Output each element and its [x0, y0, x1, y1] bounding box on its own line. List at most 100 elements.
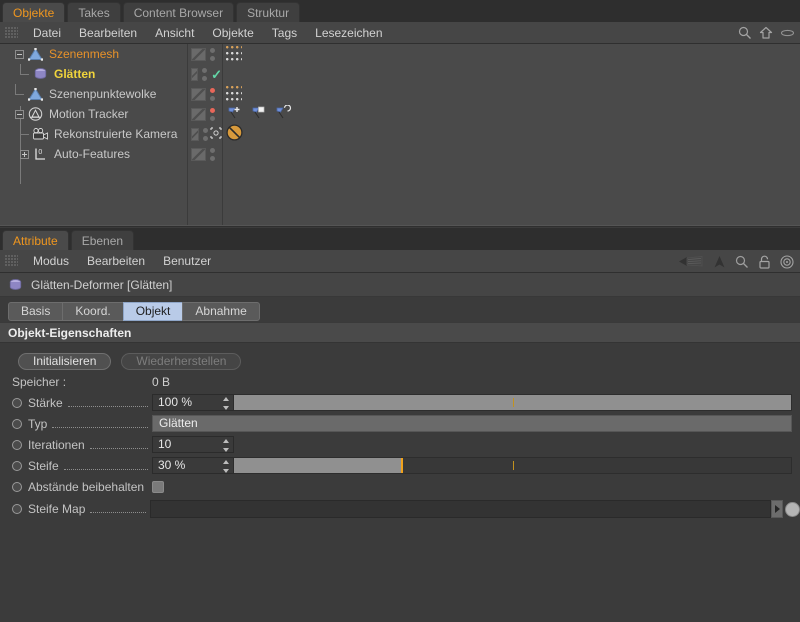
- menu-datei[interactable]: Datei: [24, 22, 70, 44]
- tree-elbow: [15, 84, 26, 104]
- pin-loop-tag-icon[interactable]: [274, 103, 292, 124]
- menu-benutzer[interactable]: Benutzer: [154, 250, 220, 273]
- point-cloud-tag-icon[interactable]: [226, 45, 242, 63]
- attribute-object-title: Glätten-Deformer [Glätten]: [0, 273, 800, 297]
- visibility-dots[interactable]: [210, 107, 215, 121]
- smooth-deformer-icon: [31, 66, 49, 82]
- subtab-koord[interactable]: Koord.: [62, 301, 124, 321]
- back-arrow-icon[interactable]: [678, 255, 704, 268]
- tree-row-szenenmesh[interactable]: Szenenmesh: [0, 44, 800, 64]
- enabled-check-icon[interactable]: ✓: [211, 68, 222, 81]
- visibility-strip-icon[interactable]: [191, 47, 206, 61]
- attribute-manager-tabbar: Attribute Ebenen: [0, 228, 800, 250]
- steife-label: Steife: [28, 458, 59, 473]
- expander-szenenmesh[interactable]: [15, 49, 24, 59]
- iterationen-radio[interactable]: [12, 439, 22, 450]
- tree-row-szenenpunktewolke[interactable]: Szenenpunktewolke: [0, 84, 800, 104]
- object-manager-panel: Objekte Takes Content Browser Struktur D…: [0, 0, 800, 228]
- smooth-deformer-icon: [8, 278, 23, 292]
- tab-struktur[interactable]: Struktur: [236, 2, 301, 22]
- lock-icon[interactable]: [758, 255, 771, 269]
- steife-map-field[interactable]: [150, 500, 772, 518]
- steife-slider[interactable]: [234, 457, 792, 474]
- visibility-strip-icon[interactable]: [191, 87, 206, 101]
- tab-objekte[interactable]: Objekte: [2, 2, 66, 22]
- steife-input[interactable]: 30 %: [152, 457, 234, 474]
- staerke-input[interactable]: 100 %: [152, 394, 234, 411]
- pin-square-tag-icon[interactable]: [250, 105, 268, 124]
- home-icon[interactable]: [759, 26, 773, 40]
- menu-objekte[interactable]: Objekte: [203, 22, 262, 44]
- steife-map-radio[interactable]: [12, 504, 22, 514]
- point-cloud-tag-icon[interactable]: [226, 85, 242, 103]
- staerke-stepper[interactable]: [222, 397, 229, 410]
- visibility-strip-icon[interactable]: [191, 147, 206, 161]
- visibility-dots[interactable]: [210, 87, 215, 101]
- tree-row-rekonstruierte-kamera[interactable]: Rekonstruierte Kamera: [0, 124, 800, 144]
- menu-lesezeichen[interactable]: Lesezeichen: [306, 22, 391, 44]
- tree-row-auto-features[interactable]: 0 Auto-Features: [0, 144, 800, 164]
- attribute-manager-panel: Attribute Ebenen Modus Bearbeiten Benutz…: [0, 228, 800, 622]
- tree-row-motion-tracker[interactable]: Motion Tracker: [0, 103, 800, 124]
- target-marker-icon[interactable]: [210, 126, 222, 142]
- abstaende-radio[interactable]: [12, 481, 22, 492]
- pin-plus-tag-icon[interactable]: [226, 105, 244, 124]
- expander-auto-features[interactable]: [20, 149, 29, 159]
- menu-tags[interactable]: Tags: [263, 22, 306, 44]
- row-abstaende-beibehalten: Abstände beibehalten: [0, 476, 800, 497]
- menu-bearbeiten[interactable]: Bearbeiten: [70, 22, 146, 44]
- typ-radio[interactable]: [12, 418, 22, 429]
- speicher-label: Speicher :: [12, 375, 67, 389]
- typ-dropdown[interactable]: Glätten: [152, 415, 792, 432]
- tree-label: Glätten: [54, 67, 96, 81]
- iterationen-stepper[interactable]: [222, 439, 229, 452]
- mesh-icon: [26, 86, 44, 102]
- forward-arrow-icon[interactable]: [713, 255, 726, 269]
- tree-label: Motion Tracker: [49, 107, 129, 121]
- steife-map-label: Steife Map: [28, 502, 86, 516]
- target-icon[interactable]: [780, 254, 794, 269]
- iterationen-input[interactable]: 10: [152, 436, 234, 453]
- steife-map-arrow-button[interactable]: [771, 500, 784, 518]
- auto-features-icon: 0: [31, 146, 49, 162]
- steife-map-circle-button[interactable]: [785, 501, 800, 517]
- abstaende-checkbox[interactable]: [152, 480, 165, 493]
- visibility-dots[interactable]: [203, 127, 208, 141]
- camera-icon: [31, 126, 49, 142]
- search-icon[interactable]: [738, 26, 752, 40]
- object-tree[interactable]: Szenenmesh Glätten ✓ Szenenpunktewolke M…: [0, 44, 800, 227]
- menu-ansicht[interactable]: Ansicht: [146, 22, 203, 44]
- steife-stepper[interactable]: [222, 460, 229, 473]
- steife-radio[interactable]: [12, 460, 22, 471]
- tree-row-glaetten[interactable]: Glätten ✓: [0, 64, 800, 84]
- tree-label: Szenenpunktewolke: [49, 87, 157, 101]
- menu-modus[interactable]: Modus: [24, 250, 78, 273]
- visibility-dots[interactable]: [202, 67, 208, 81]
- staerke-slider[interactable]: [234, 394, 792, 411]
- search-icon[interactable]: [735, 255, 749, 269]
- visibility-strip-icon[interactable]: [191, 127, 199, 141]
- staerke-radio[interactable]: [12, 397, 22, 408]
- tab-takes[interactable]: Takes: [67, 2, 121, 22]
- tab-ebenen[interactable]: Ebenen: [70, 230, 135, 250]
- expander-motion-tracker[interactable]: [15, 109, 24, 119]
- visibility-dots[interactable]: [210, 147, 215, 161]
- svg-text:0: 0: [38, 149, 42, 156]
- tree-label: Auto-Features: [54, 147, 131, 161]
- panel-grip-handle[interactable]: [5, 26, 18, 39]
- no-entry-tag-icon[interactable]: [226, 124, 243, 144]
- staerke-label: Stärke: [28, 395, 63, 410]
- leader-dots: [90, 512, 147, 513]
- subtab-basis[interactable]: Basis: [8, 301, 64, 321]
- eye-icon[interactable]: [780, 28, 795, 38]
- panel-grip-handle[interactable]: [5, 255, 18, 267]
- visibility-strip-icon[interactable]: [191, 107, 206, 121]
- visibility-dots[interactable]: [210, 47, 215, 61]
- tab-attribute[interactable]: Attribute: [2, 230, 69, 250]
- subtab-objekt[interactable]: Objekt: [122, 301, 184, 321]
- tab-content-browser[interactable]: Content Browser: [122, 2, 235, 22]
- initialisieren-button[interactable]: Initialisieren: [18, 352, 112, 370]
- subtab-abnahme[interactable]: Abnahme: [182, 301, 260, 321]
- visibility-strip-icon[interactable]: [191, 67, 199, 81]
- menu-bearbeiten[interactable]: Bearbeiten: [78, 250, 154, 273]
